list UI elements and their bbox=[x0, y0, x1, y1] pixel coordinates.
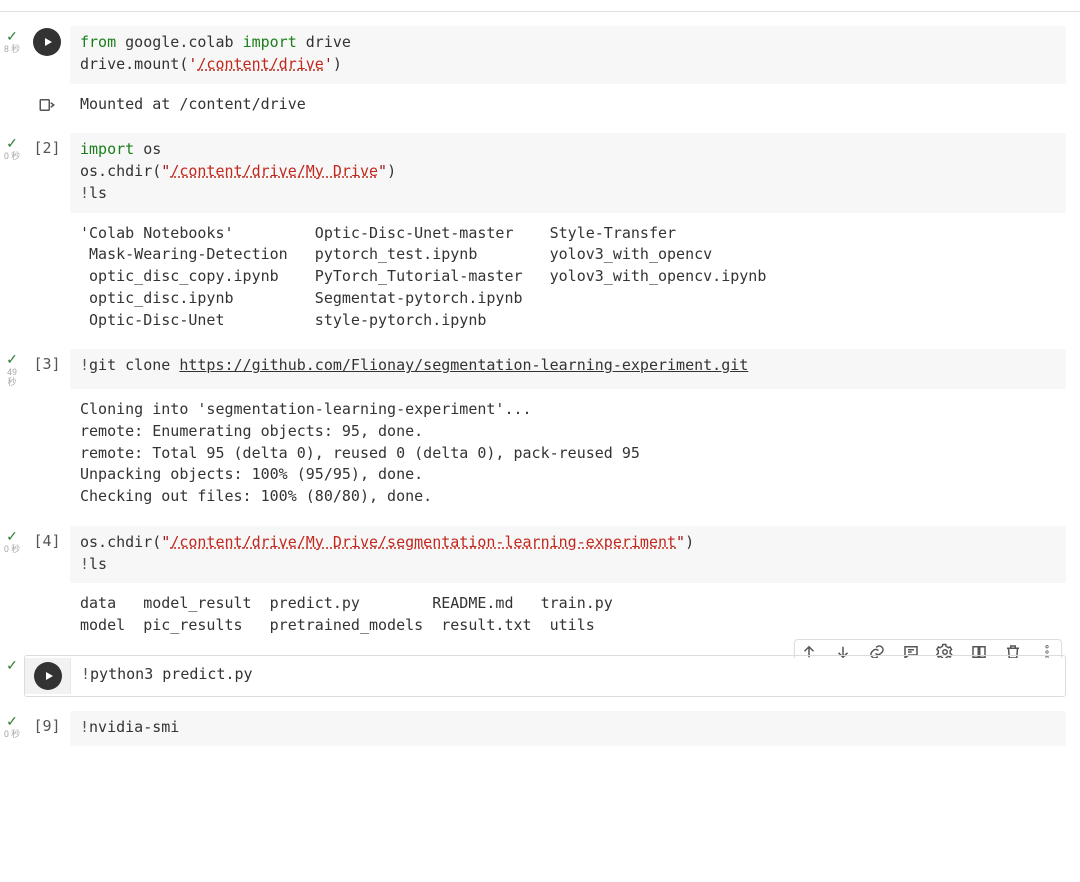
exec-column bbox=[24, 26, 70, 84]
run-cell-button[interactable] bbox=[33, 28, 61, 56]
output-icon-col bbox=[24, 223, 70, 336]
run-cell-button[interactable] bbox=[34, 662, 62, 690]
status-check-icon: ✓ bbox=[6, 659, 18, 673]
exec-count-label[interactable]: [9] bbox=[33, 713, 60, 735]
code-cell: ✓ 0 秒 [4] os.chdir("/content/drive/My Drive… bbox=[0, 526, 1080, 641]
code-editor[interactable]: !python3 predict.py bbox=[71, 658, 1065, 694]
code-editor[interactable]: !nvidia-smi bbox=[70, 711, 1066, 747]
exec-time-label: 8 秒 bbox=[4, 46, 20, 56]
cell-output-text: 'Colab Notebooks' Optic-Disc-Unet-master… bbox=[70, 223, 1080, 336]
exec-time-label: 0 秒 bbox=[4, 546, 20, 556]
exec-column: [3] bbox=[24, 349, 70, 389]
output-stream-icon bbox=[38, 96, 56, 118]
cell-output-text: data model_result predict.py README.md t… bbox=[70, 593, 1080, 641]
cell-output-text: Mounted at /content/drive bbox=[70, 94, 1080, 120]
output-icon-col bbox=[24, 94, 70, 120]
code-editor[interactable]: from google.colab import drive drive.mou… bbox=[70, 26, 1066, 84]
exec-count-label[interactable]: [2] bbox=[33, 135, 60, 157]
code-cell: ✓ 0 秒 [2] import os os.chdir("/content/driv… bbox=[0, 133, 1080, 335]
cell-status-gutter: ✓ bbox=[0, 655, 24, 697]
cell-output-text: Cloning into 'segmentation-learning-expe… bbox=[70, 399, 1080, 512]
exec-count-label[interactable]: [3] bbox=[33, 351, 60, 373]
status-check-icon: ✓ bbox=[6, 353, 18, 367]
output-row: Cloning into 'segmentation-learning-expe… bbox=[0, 399, 1080, 512]
exec-count-label[interactable]: [4] bbox=[33, 528, 60, 550]
code-cell: ✓ 8 秒 from google.colab import drive drive… bbox=[0, 26, 1080, 119]
status-check-icon: ✓ bbox=[6, 530, 18, 544]
exec-time-label: 49 秒 bbox=[7, 369, 17, 389]
exec-time-label: 0 秒 bbox=[4, 731, 20, 741]
output-icon-col bbox=[24, 399, 70, 512]
exec-time-label: 0 秒 bbox=[4, 153, 20, 163]
cell-status-gutter: ✓ 0 秒 bbox=[0, 133, 24, 212]
exec-column: [9] bbox=[24, 711, 70, 747]
top-divider bbox=[0, 0, 1080, 12]
notebook-area: ✓ 8 秒 from google.colab import drive drive… bbox=[0, 26, 1080, 746]
code-cell: ✓ 49 秒 [3] !git clone https://github.com/Fl… bbox=[0, 349, 1080, 512]
status-check-icon: ✓ bbox=[6, 137, 18, 151]
exec-column: [4] bbox=[24, 526, 70, 584]
cell-status-gutter: ✓ 0 秒 bbox=[0, 711, 24, 747]
exec-column: [2] bbox=[24, 133, 70, 212]
code-editor[interactable]: import os os.chdir("/content/drive/My Dr… bbox=[70, 133, 1066, 212]
status-check-icon: ✓ bbox=[6, 30, 18, 44]
output-row: 'Colab Notebooks' Optic-Disc-Unet-master… bbox=[0, 223, 1080, 336]
code-cell: ✓ !python3 predict.py bbox=[0, 655, 1080, 697]
cell-status-gutter: ✓ 8 秒 bbox=[0, 26, 24, 84]
output-icon-col bbox=[24, 593, 70, 641]
code-editor[interactable]: !git clone https://github.com/Flionay/se… bbox=[70, 349, 1066, 389]
output-row: Mounted at /content/drive bbox=[0, 94, 1080, 120]
status-check-icon: ✓ bbox=[6, 715, 18, 729]
output-row: data model_result predict.py README.md t… bbox=[0, 593, 1080, 641]
active-cell-wrap: !python3 predict.py bbox=[24, 655, 1066, 697]
exec-column bbox=[25, 658, 71, 694]
cell-status-gutter: ✓ 0 秒 bbox=[0, 526, 24, 584]
code-editor[interactable]: os.chdir("/content/drive/My Drive/segmen… bbox=[70, 526, 1066, 584]
code-cell: ✓ 0 秒 [9] !nvidia-smi bbox=[0, 711, 1080, 747]
cell-status-gutter: ✓ 49 秒 bbox=[0, 349, 24, 389]
